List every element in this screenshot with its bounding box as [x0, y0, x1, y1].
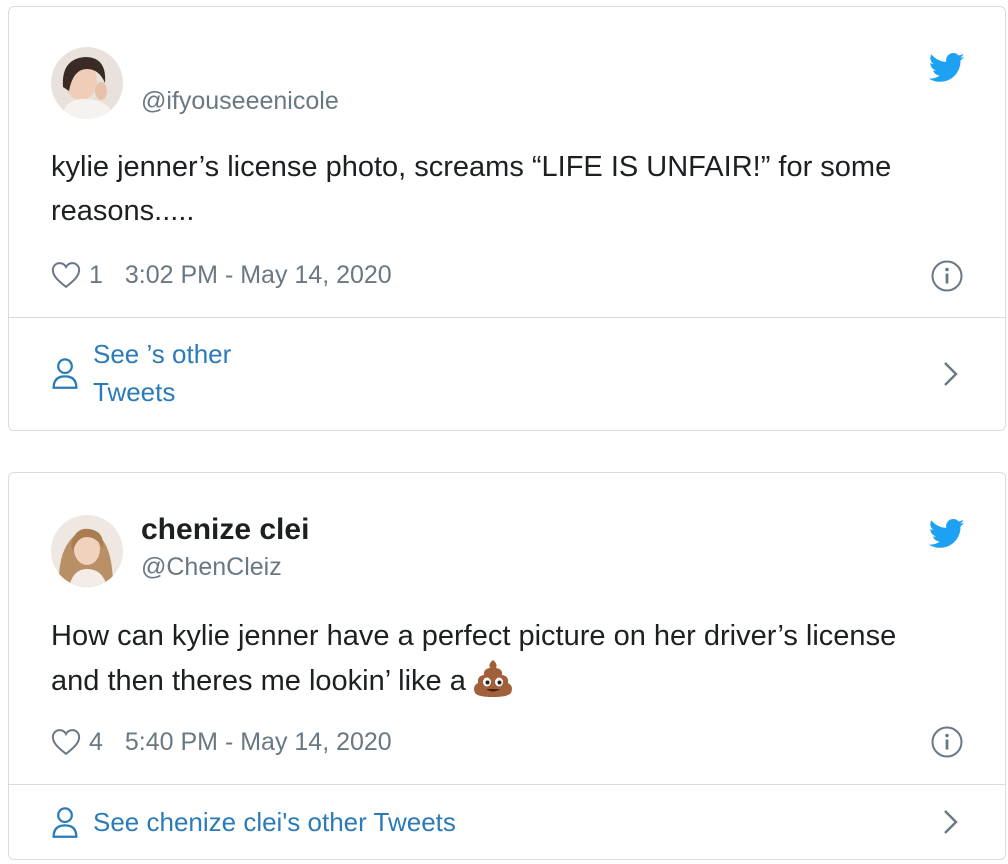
chevron-right-icon[interactable]: [941, 807, 961, 837]
tweet-meta: 1 3:02 PM - May 14, 2020: [51, 258, 392, 292]
heart-icon[interactable]: [51, 261, 81, 289]
timestamp[interactable]: 3:02 PM - May 14, 2020: [125, 261, 392, 290]
like-count[interactable]: 4: [89, 728, 103, 757]
tweet-card: @ifyouseeenicole kylie jenner’s license …: [8, 6, 1006, 431]
person-icon: [51, 805, 79, 839]
user-handle[interactable]: @ChenCleiz: [141, 553, 282, 582]
info-icon[interactable]: [931, 260, 963, 292]
user-handle[interactable]: @ifyouseeenicole: [141, 87, 339, 116]
twitter-bird-icon[interactable]: [929, 519, 965, 549]
twitter-bird-icon[interactable]: [929, 53, 965, 83]
tweet-text: How can kylie jenner have a perfect pict…: [51, 614, 911, 703]
see-other-tweets-link[interactable]: See chenize clei's other Tweets: [51, 803, 1005, 841]
tweet-text: kylie jenner’s license photo, screams “L…: [51, 151, 892, 227]
see-other-tweets-label[interactable]: See chenize clei's other Tweets: [93, 803, 456, 841]
see-other-tweets-link[interactable]: See ’s other Tweets: [51, 335, 1005, 411]
timestamp[interactable]: 5:40 PM - May 14, 2020: [125, 728, 392, 757]
info-icon[interactable]: [931, 726, 963, 758]
heart-icon[interactable]: [51, 728, 81, 756]
see-other-tweets-label[interactable]: See ’s other Tweets: [93, 335, 263, 411]
like-count[interactable]: 1: [89, 261, 103, 290]
pile-of-poo-emoji: [472, 658, 514, 698]
tweet-card: chenize clei @ChenCleiz How can kylie je…: [8, 472, 1006, 860]
divider: [9, 317, 1005, 318]
chevron-right-icon[interactable]: [941, 359, 961, 389]
person-icon: [51, 356, 79, 390]
avatar[interactable]: [51, 515, 123, 587]
display-name[interactable]: chenize clei: [141, 513, 309, 547]
divider: [9, 784, 1005, 785]
tweet-meta: 4 5:40 PM - May 14, 2020: [51, 725, 392, 759]
avatar[interactable]: [51, 47, 123, 119]
